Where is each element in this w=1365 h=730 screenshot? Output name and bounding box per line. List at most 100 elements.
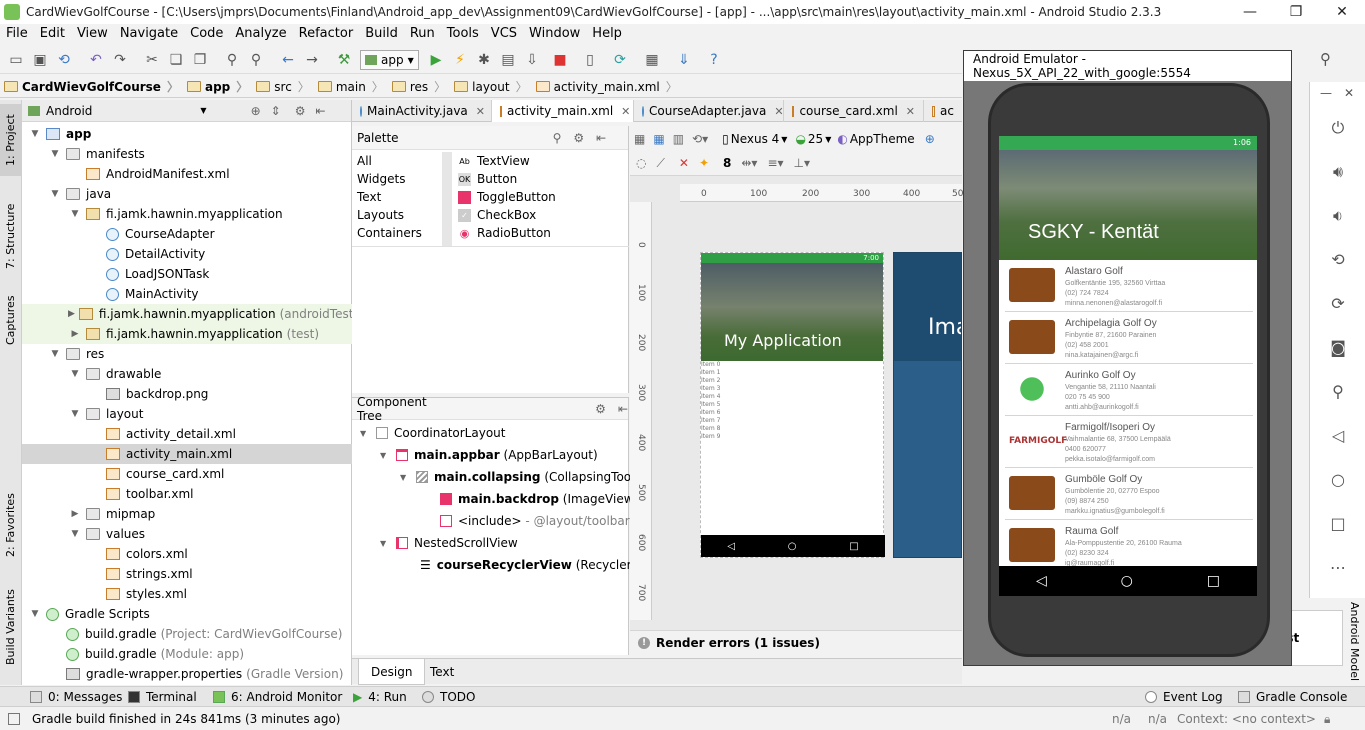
project-tree-item[interactable]: backdrop.png	[22, 384, 352, 404]
project-tree-item[interactable]: ▼ manifests	[22, 144, 352, 164]
expand-down-icon[interactable]: ▼	[48, 349, 62, 359]
tool-terminal[interactable]: Terminal	[128, 687, 197, 707]
camera-icon[interactable]: ◙	[1326, 336, 1350, 360]
default-margin-value[interactable]: 8	[723, 156, 731, 170]
zoom-icon[interactable]: ⚲	[1326, 380, 1350, 404]
menu-navigate[interactable]: Navigate	[114, 24, 184, 44]
menu-run[interactable]: Run	[404, 24, 441, 44]
project-tree-item[interactable]: ▶ mipmap	[22, 504, 352, 524]
palette-item-button[interactable]: OK Button	[458, 172, 517, 186]
back-icon[interactable]: ◁	[1326, 424, 1350, 448]
locale-icon[interactable]: ⊕	[925, 132, 935, 146]
course-card[interactable]: Rauma Golf Ala-Pomppustentie 20, 26100 Ra…	[1005, 522, 1253, 572]
tool-windows-toggle-icon[interactable]	[8, 712, 20, 725]
tool-run[interactable]: ▶ 4: Run	[353, 687, 407, 707]
project-tree-item[interactable]: build.gradle (Module: app)	[22, 644, 352, 664]
rotate-left-icon[interactable]: ⟲	[1326, 248, 1350, 272]
expand-right-icon[interactable]: ▶	[68, 329, 82, 339]
breadcrumb-layout[interactable]: layout 〉	[450, 78, 531, 95]
api-select[interactable]: 25	[808, 132, 823, 146]
back-icon[interactable]: ◁	[1036, 573, 1047, 589]
course-card[interactable]: Gumböle Golf Oy Gumbölentie 20, 02770 Esp…	[1005, 470, 1253, 520]
close-button[interactable]: ✕	[1319, 0, 1365, 24]
paste-icon[interactable]: ❐	[190, 50, 210, 70]
project-tree-item[interactable]: ▶ fi.jamk.hawnin.myapplication (androidTes…	[22, 304, 358, 324]
apply-changes-icon[interactable]: ⚡	[450, 50, 470, 70]
recents-icon[interactable]: □	[1207, 573, 1220, 589]
lock-icon[interactable]: 🔒︎	[1324, 712, 1330, 727]
gear-icon[interactable]: ⚙	[573, 131, 584, 145]
open-icon[interactable]: ▭	[6, 50, 26, 70]
project-tree-item[interactable]: course_card.xml	[22, 464, 352, 484]
menu-vcs[interactable]: VCS	[485, 24, 523, 44]
minimize-icon[interactable]: —	[1320, 86, 1332, 100]
palette-category-containers[interactable]: Containers	[357, 226, 422, 240]
help-icon[interactable]: ?	[704, 50, 724, 70]
scroll-from-source-icon[interactable]: ⊕	[251, 104, 261, 118]
palette-category-text[interactable]: Text	[357, 190, 381, 204]
pack-icon[interactable]: ⇹▾	[741, 156, 757, 170]
save-icon[interactable]: ▣	[30, 50, 50, 70]
close-icon[interactable]: ✕	[774, 105, 783, 118]
favorites-tool-tab[interactable]: 2: Favorites	[0, 485, 22, 565]
project-view-select[interactable]: Android	[46, 104, 92, 118]
volume-down-icon[interactable]: 🔉︎	[1326, 204, 1350, 228]
expand-right-icon[interactable]: ▶	[68, 509, 82, 519]
project-tree-item[interactable]: ▼ Gradle Scripts	[22, 604, 352, 624]
sdk-manager-icon[interactable]: ⇓	[674, 50, 694, 70]
home-icon[interactable]: ○	[1326, 468, 1350, 492]
project-tree-item[interactable]: colors.xml	[22, 544, 352, 564]
menu-tools[interactable]: Tools	[441, 24, 485, 44]
breadcrumb-main[interactable]: main 〉	[314, 78, 388, 95]
stop-icon[interactable]: ■	[550, 50, 570, 70]
search-everywhere-icon[interactable]: ⚲	[1320, 50, 1340, 70]
clear-constraints-icon[interactable]: ✕	[679, 156, 689, 170]
course-card[interactable]: FARMIGOLF Farmigolf/Isoperi Oy Vaihmalanti…	[1005, 418, 1253, 468]
make-icon[interactable]: ⚒	[334, 50, 354, 70]
tree-node-nestedscrollview[interactable]: ▼ NestedScrollView	[380, 533, 518, 553]
project-tree-item[interactable]: ▼ app	[22, 124, 352, 144]
close-icon[interactable]: ✕	[476, 105, 485, 118]
menu-view[interactable]: View	[71, 24, 114, 44]
palette-item-textview[interactable]: Ab TextView	[458, 154, 530, 168]
project-tree-item[interactable]: activity_detail.xml	[22, 424, 352, 444]
redo-icon[interactable]: ↷	[110, 50, 130, 70]
breadcrumb-file[interactable]: activity_main.xml 〉	[532, 78, 682, 95]
expand-down-icon[interactable]: ▼	[68, 529, 82, 539]
copy-icon[interactable]: ❏	[166, 50, 186, 70]
blueprint-preview[interactable]: Ima	[893, 252, 962, 558]
project-tool-tab[interactable]: 1: Project	[0, 104, 22, 176]
expand-down-icon[interactable]: ▼	[48, 149, 62, 159]
replace-icon[interactable]: ⚲	[246, 50, 266, 70]
menu-refactor[interactable]: Refactor	[293, 24, 360, 44]
overview-icon[interactable]: □	[1326, 512, 1350, 536]
tab-overflow[interactable]: ac	[924, 100, 962, 122]
project-tree-item[interactable]: ▶ fi.jamk.hawnin.myapplication (test)	[22, 324, 352, 344]
orientation-icon[interactable]: ⟲▾	[692, 132, 708, 146]
close-icon[interactable]: ✕	[621, 105, 630, 118]
guidelines-icon[interactable]: ⊥▾	[794, 156, 810, 170]
hide-panel-icon[interactable]: ⇤	[315, 104, 325, 118]
tab-course-card[interactable]: course_card.xml ✕	[784, 100, 924, 122]
tree-node-backdrop[interactable]: main.backdrop (ImageView)	[440, 489, 638, 509]
palette-item-checkbox[interactable]: ✓ CheckBox	[458, 208, 536, 222]
project-tree-item[interactable]: ▼ drawable	[22, 364, 352, 384]
hide-panel-icon[interactable]: ⇤	[596, 131, 606, 145]
attach-debugger-icon[interactable]: ⇩	[522, 50, 542, 70]
restore-button[interactable]: ❐	[1273, 0, 1319, 24]
course-card[interactable]: Archipelagia Golf Oy Finbyntie 87, 21600 …	[1005, 314, 1253, 364]
align-icon[interactable]: ≡▾	[767, 156, 783, 170]
sync-gradle-icon[interactable]: ⟳	[610, 50, 630, 70]
course-card[interactable]: Aurinko Golf Oy Vengantie 58, 21110 Naant…	[1005, 366, 1253, 416]
project-structure-icon[interactable]: ▦	[642, 50, 662, 70]
project-tree-item[interactable]: ▼ java	[22, 184, 352, 204]
theme-select[interactable]: AppTheme	[850, 132, 915, 146]
expand-down-icon[interactable]: ▼	[28, 609, 42, 619]
tree-node-include[interactable]: <include> - @layout/toolbar	[440, 511, 630, 531]
structure-tool-tab[interactable]: 7: Structure	[0, 196, 22, 276]
project-tree-item[interactable]: ▼ values	[22, 524, 352, 544]
hide-panel-icon[interactable]: ⇤	[618, 402, 628, 416]
menu-edit[interactable]: Edit	[34, 24, 71, 44]
tree-node-appbar[interactable]: ▼ main.appbar (AppBarLayout)	[380, 445, 598, 465]
breadcrumb-project[interactable]: CardWievGolfCourse 〉	[0, 78, 183, 95]
